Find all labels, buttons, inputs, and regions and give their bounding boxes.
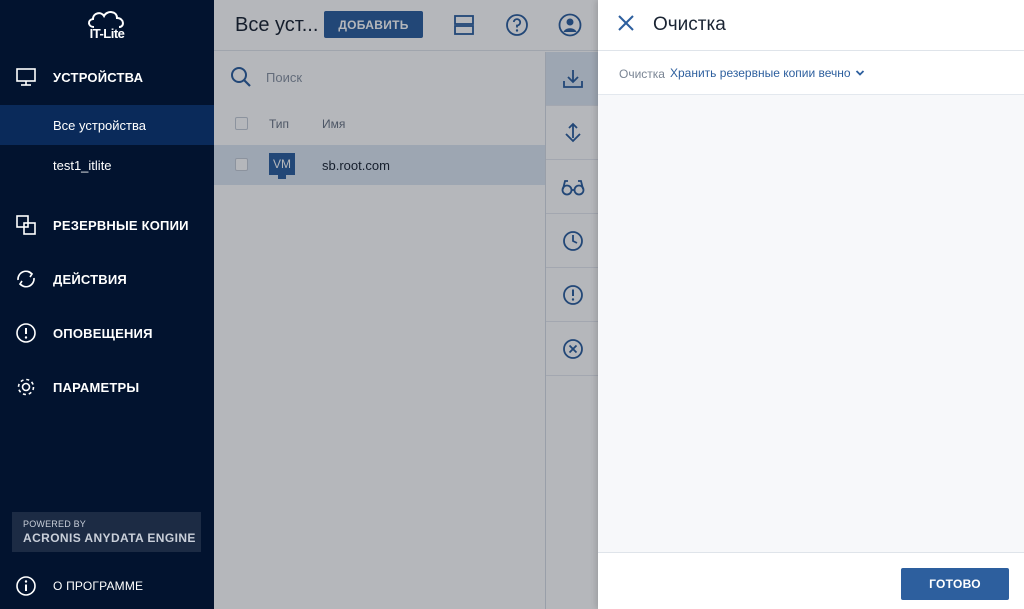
close-button[interactable]	[616, 14, 636, 34]
cleanup-label: Очистка	[619, 67, 665, 81]
logo-text: IT-Lite	[89, 26, 125, 41]
sidebar-item-label: РЕЗЕРВНЫЕ КОПИИ	[53, 217, 189, 233]
monitor-icon	[14, 65, 38, 89]
info-icon	[14, 574, 38, 598]
sidebar-subitem-all-devices[interactable]: Все устройства	[0, 105, 214, 145]
panel-footer: ГОТОВО	[598, 552, 1024, 609]
powered-by-line2: ACRONIS ANYDATA ENGINE	[23, 531, 196, 545]
chevron-down-icon	[855, 70, 864, 76]
sidebar-item-label: О ПРОГРАММЕ	[53, 579, 144, 593]
powered-by-badge: POWERED BY ACRONIS ANYDATA ENGINE	[12, 512, 201, 552]
done-button[interactable]: ГОТОВО	[901, 568, 1009, 600]
panel-body	[598, 95, 1024, 552]
sidebar-item-about[interactable]: О ПРОГРАММЕ	[0, 566, 214, 606]
sidebar-item-label: УСТРОЙСТВА	[53, 69, 144, 85]
sidebar-subitem-test1-itlite[interactable]: test1_itlite	[0, 145, 214, 185]
gear-icon	[14, 375, 38, 399]
app-logo[interactable]: IT-Lite	[84, 9, 130, 41]
sidebar-item-label: ДЕЙСТВИЯ	[53, 271, 127, 287]
sidebar-item-label: ПАРАМЕТРЫ	[53, 379, 140, 395]
cleanup-dropdown[interactable]: Хранить резервные копии вечно	[670, 66, 865, 80]
sidebar-item-label: ОПОВЕЩЕНИЯ	[53, 325, 153, 341]
cleanup-value-text: Хранить резервные копии вечно	[670, 66, 851, 80]
sidebar-subitem-label: test1_itlite	[53, 157, 112, 173]
sidebar-item-alerts[interactable]: ОПОВЕЩЕНИЯ	[0, 313, 214, 353]
cleanup-setting-row: Очистка Хранить резервные копии вечно	[598, 52, 1024, 95]
sync-icon	[14, 267, 38, 291]
sidebar-subitem-label: Все устройства	[53, 117, 146, 133]
sidebar-item-devices[interactable]: УСТРОЙСТВА	[0, 57, 214, 97]
cleanup-panel: Очистка Очистка Хранить резервные копии …	[598, 0, 1024, 609]
panel-header: Очистка	[598, 0, 1024, 51]
alert-icon	[14, 321, 38, 345]
sidebar: IT-Lite УСТРОЙСТВА Все устройства test1_…	[0, 0, 214, 609]
close-icon	[618, 15, 634, 31]
copies-icon	[14, 213, 38, 237]
panel-title: Очистка	[653, 14, 726, 35]
sidebar-item-activities[interactable]: ДЕЙСТВИЯ	[0, 259, 214, 299]
powered-by-line1: POWERED BY	[23, 519, 87, 529]
sidebar-item-settings[interactable]: ПАРАМЕТРЫ	[0, 367, 214, 407]
sidebar-item-backups[interactable]: РЕЗЕРВНЫЕ КОПИИ	[0, 205, 214, 245]
